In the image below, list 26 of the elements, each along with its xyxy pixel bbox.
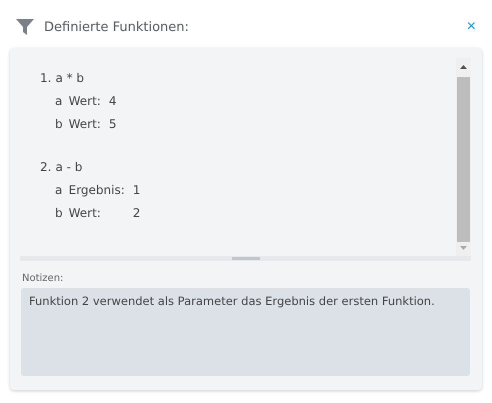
- parameter-letter: b: [55, 116, 63, 132]
- function-number: 1.: [40, 70, 52, 84]
- filter-icon: [16, 19, 34, 35]
- parameter-letter: b: [55, 204, 63, 222]
- parameter-label: Wert:: [68, 116, 102, 132]
- notes-label: Notizen:: [22, 273, 64, 284]
- panel-title: Definierte Funktionen:: [44, 20, 190, 34]
- function-expression: a * b: [55, 70, 84, 84]
- parameter-value: 2: [132, 204, 142, 222]
- parameter-label: Wert:: [68, 92, 102, 110]
- parameter-letter: a: [55, 182, 63, 198]
- resize-handle[interactable]: [232, 257, 260, 260]
- parameter-value: 4: [108, 92, 118, 110]
- scrollbar-thumb[interactable]: [457, 77, 470, 242]
- scrollbar[interactable]: [456, 58, 471, 256]
- parameter-value: 1: [132, 182, 142, 198]
- notes-field[interactable]: Funktion 2 verwendet als Parameter das Ergebnis der ersten Funktion.: [21, 288, 470, 376]
- parameter-label: Wert:: [68, 204, 102, 222]
- scroll-down-icon[interactable]: [460, 246, 467, 250]
- resize-bar[interactable]: [20, 256, 471, 261]
- parameter-value: 5: [108, 116, 118, 132]
- scroll-up-icon[interactable]: [460, 65, 467, 69]
- parameter-letter: a: [55, 92, 63, 110]
- parameter-label: Ergebnis:: [68, 182, 126, 198]
- function-expression: a - b: [55, 160, 82, 174]
- function-number: 2.: [40, 160, 52, 174]
